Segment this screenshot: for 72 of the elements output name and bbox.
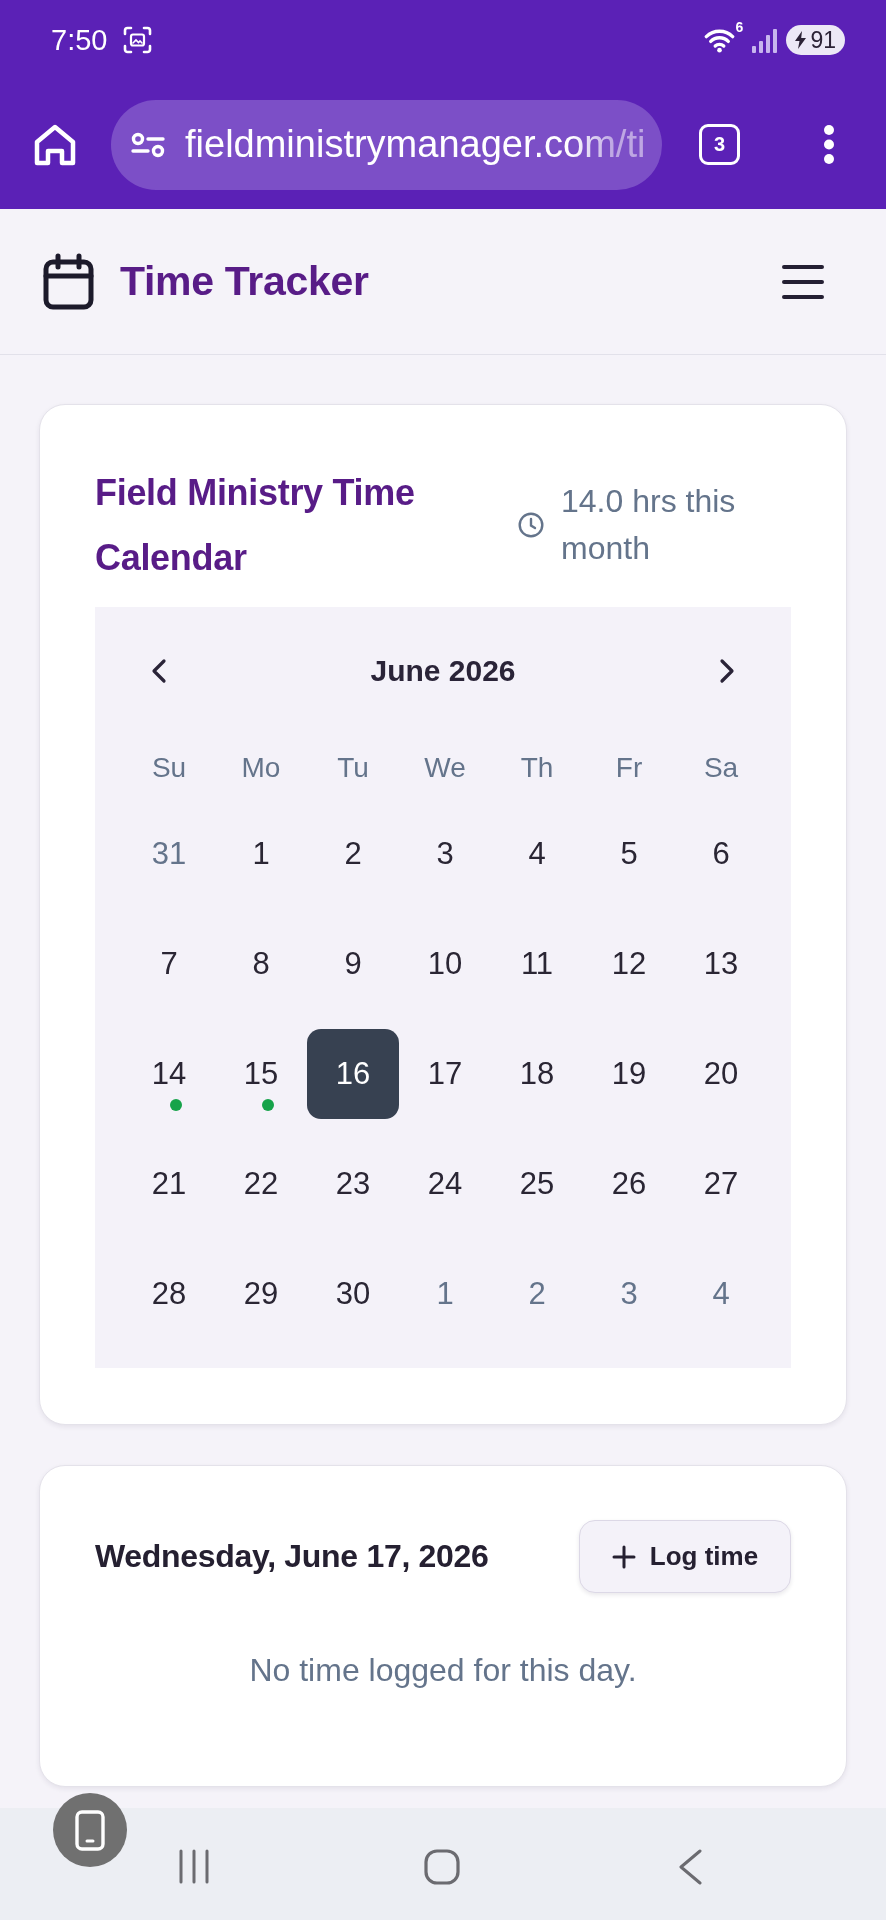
- screenshot-icon: [123, 26, 153, 54]
- calendar-day[interactable]: 29: [215, 1249, 307, 1339]
- calendar-day[interactable]: 28: [123, 1249, 215, 1339]
- calendar-day[interactable]: 27: [675, 1139, 767, 1229]
- calendar-day[interactable]: 2: [491, 1249, 583, 1339]
- calendar-day[interactable]: 1: [399, 1249, 491, 1339]
- tab-switcher-button[interactable]: 3: [699, 124, 740, 165]
- wifi-icon: [703, 27, 735, 53]
- calendar-day[interactable]: 9: [307, 919, 399, 1009]
- calendar-day[interactable]: 8: [215, 919, 307, 1009]
- calendar-day[interactable]: 19: [583, 1029, 675, 1119]
- recent-apps-icon[interactable]: [178, 1849, 210, 1884]
- calendar-day[interactable]: 1: [215, 809, 307, 899]
- calendar-day[interactable]: 24: [399, 1139, 491, 1229]
- calendar-day[interactable]: 23: [307, 1139, 399, 1229]
- calendar-day[interactable]: 31: [123, 809, 215, 899]
- calendar-day[interactable]: 26: [583, 1139, 675, 1229]
- card-title: Field Ministry Time Calendar: [95, 471, 416, 580]
- calendar-day[interactable]: 4: [675, 1249, 767, 1339]
- monthly-hours: 14.0 hrs this month: [561, 482, 737, 568]
- calendar-day[interactable]: 2: [307, 809, 399, 899]
- weekday-label: Sa: [703, 752, 739, 784]
- calendar-day[interactable]: 22: [215, 1139, 307, 1229]
- calendar-day[interactable]: 18: [491, 1029, 583, 1119]
- app-title: Time Tracker: [120, 258, 369, 305]
- calendar-day[interactable]: 17: [399, 1029, 491, 1119]
- home-icon[interactable]: [424, 1849, 460, 1885]
- log-time-button[interactable]: Log time: [579, 1520, 791, 1593]
- charging-bolt-icon: [794, 31, 808, 49]
- weekday-label: Tu: [337, 752, 369, 784]
- calendar-day[interactable]: 5: [583, 809, 675, 899]
- calendar-icon: [43, 253, 94, 310]
- calendar-day[interactable]: 3: [399, 809, 491, 899]
- calendar-day[interactable]: 10: [399, 919, 491, 1009]
- signal-icon: [751, 26, 779, 54]
- calendar-day[interactable]: 3: [583, 1249, 675, 1339]
- calendar-day[interactable]: 14: [123, 1029, 215, 1119]
- battery-percent: 91: [810, 26, 836, 54]
- back-icon[interactable]: [678, 1849, 703, 1885]
- calendar-day[interactable]: 25: [491, 1139, 583, 1229]
- weekday-label: Su: [151, 752, 187, 784]
- plus-icon: [611, 1544, 636, 1569]
- calendar-day[interactable]: 7: [123, 919, 215, 1009]
- calendar-day[interactable]: 15: [215, 1029, 307, 1119]
- weekday-label: We: [424, 752, 466, 784]
- chevron-left-icon[interactable]: [151, 658, 167, 684]
- status-time: 7:50: [51, 23, 108, 57]
- calendar-day[interactable]: 13: [675, 919, 767, 1009]
- url-text: fieldministrymanager.com/ti: [185, 123, 646, 166]
- phone-icon[interactable]: [53, 1793, 127, 1867]
- calendar-day[interactable]: 6: [675, 809, 767, 899]
- home-icon[interactable]: [33, 122, 77, 167]
- calendar-day[interactable]: 20: [675, 1029, 767, 1119]
- menu-icon[interactable]: [782, 263, 824, 300]
- network-type-label: 6: [735, 19, 744, 35]
- calendar-day[interactable]: 4: [491, 809, 583, 899]
- weekday-label: Fr: [615, 752, 643, 784]
- selected-date-label: Wednesday, June 17, 2026: [95, 1538, 489, 1575]
- weekday-label: Mo: [241, 752, 281, 784]
- month-label: June 2026: [370, 654, 516, 688]
- chevron-right-icon[interactable]: [719, 658, 735, 684]
- sliders-icon[interactable]: [131, 131, 165, 158]
- empty-message: No time logged for this day.: [248, 1651, 638, 1690]
- calendar-day[interactable]: 11: [491, 919, 583, 1009]
- calendar-day[interactable]: 16: [307, 1029, 399, 1119]
- calendar-day[interactable]: 21: [123, 1139, 215, 1229]
- clock-icon: [518, 512, 544, 538]
- more-options-icon[interactable]: [823, 124, 835, 165]
- address-bar[interactable]: fieldministrymanager.com/ti: [111, 99, 662, 190]
- weekday-label: Th: [520, 752, 554, 784]
- calendar-day[interactable]: 30: [307, 1249, 399, 1339]
- calendar-day[interactable]: 12: [583, 919, 675, 1009]
